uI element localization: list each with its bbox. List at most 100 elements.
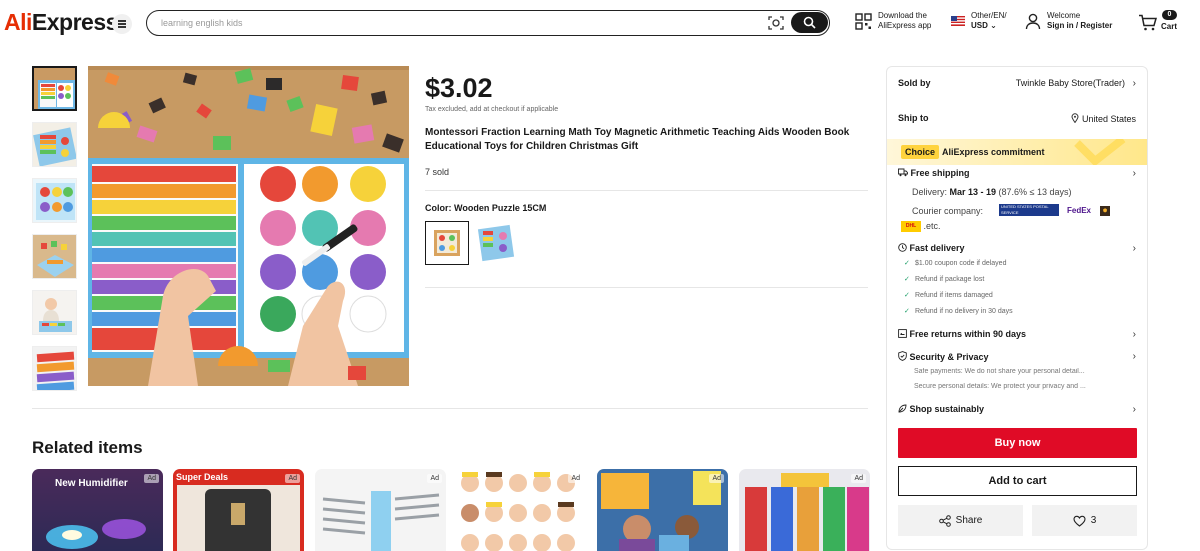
cart-label: Cart	[1161, 22, 1178, 31]
ship-to-value: United States	[1081, 114, 1136, 124]
courier-etc: .etc.	[923, 221, 941, 231]
thumbnail-6[interactable]	[32, 346, 77, 391]
qr-code-icon	[855, 13, 872, 30]
search-button[interactable]	[791, 12, 828, 33]
share-label: Share	[955, 515, 983, 526]
color-label: Color: Wooden Puzzle 15CM	[425, 203, 547, 213]
location-pin-icon	[1071, 113, 1079, 124]
download-app-link[interactable]: Download the AliExpress app	[855, 11, 931, 31]
related-item-6[interactable]: Ad	[739, 469, 870, 551]
related-item-5[interactable]: Ad	[597, 469, 728, 551]
fast-delivery-list: $1.00 coupon code if delayed Refund if p…	[899, 256, 1136, 320]
shop-sustainably-label: Shop sustainably	[909, 404, 985, 414]
list-item: Refund if items damaged	[899, 288, 1136, 304]
shield-icon	[898, 351, 907, 361]
store-name: Twinkle Baby Store(Trader)	[1015, 78, 1125, 88]
security-detail-1: Safe payments: We do not share your pers…	[914, 368, 1085, 375]
chevron-right-icon: ›	[1132, 243, 1136, 254]
related-item-caption: Super Deals	[176, 472, 229, 482]
divider	[32, 408, 868, 409]
usps-logo: UNITED STATES POSTAL SERVICE	[999, 204, 1059, 216]
image-search-icon[interactable]	[767, 15, 785, 31]
divider	[425, 190, 868, 191]
region-line1: Other/EN/	[971, 11, 1007, 20]
security-detail-2: Secure personal details: We protect your…	[914, 383, 1086, 390]
chevron-right-icon: ›	[1132, 78, 1136, 89]
download-line1: Download the	[878, 11, 927, 20]
chevron-right-icon: ›	[1132, 168, 1136, 179]
ad-badge: Ad	[285, 474, 300, 483]
cart-count-badge: 0	[1162, 10, 1177, 20]
related-item-2[interactable]: Super Deals Ad	[173, 469, 304, 551]
related-item-caption: New Humidifier	[55, 478, 128, 489]
courier-label: Courier company:	[912, 206, 984, 216]
list-item: $1.00 coupon code if delayed	[899, 256, 1136, 272]
free-returns-row[interactable]: Free returns within 90 days ›	[898, 329, 1136, 340]
color-option-wooden-puzzle[interactable]	[425, 221, 469, 265]
us-flag-icon	[951, 16, 965, 26]
thumbnail-1[interactable]	[32, 66, 77, 111]
ship-to-label: Ship to	[898, 113, 929, 123]
main-product-image[interactable]	[88, 66, 409, 386]
divider	[425, 287, 868, 288]
sold-by-row[interactable]: Sold by Twinkle Baby Store(Trader) ›	[898, 78, 1136, 89]
user-icon	[1025, 13, 1041, 30]
free-shipping-row[interactable]: Free shipping ›	[898, 168, 1136, 179]
purchase-panel: Sold by Twinkle Baby Store(Trader) › Shi…	[886, 66, 1148, 550]
check-decoration-icon	[1074, 139, 1126, 165]
share-button[interactable]: Share	[898, 505, 1023, 536]
sign-in-register: Sign in / Register	[1047, 21, 1113, 30]
download-line2: AliExpress app	[878, 21, 932, 30]
dhl-logo: DHL	[901, 221, 921, 233]
chevron-right-icon: ›	[1132, 329, 1136, 340]
thumbnail-5[interactable]	[32, 290, 77, 335]
fedex-logo: FedEx	[1067, 206, 1092, 215]
search-icon	[803, 16, 816, 29]
color-option-2[interactable]	[474, 221, 518, 265]
list-item: Refund if package lost	[899, 272, 1136, 288]
welcome-text: Welcome	[1047, 11, 1081, 20]
leaf-icon	[898, 404, 907, 413]
thumbnail-4[interactable]	[32, 234, 77, 279]
fast-delivery-row[interactable]: Fast delivery ›	[898, 243, 1136, 254]
related-item-1[interactable]: New Humidifier Ad	[32, 469, 163, 551]
search-input[interactable]	[161, 14, 751, 32]
wishlist-button[interactable]: 3	[1032, 505, 1137, 536]
aliexpress-logo[interactable]: AliExpress	[4, 9, 118, 36]
ups-logo-icon: ⬢	[1100, 206, 1110, 216]
menu-icon[interactable]	[112, 14, 132, 34]
courier-row-2: DHL .etc.	[901, 221, 1136, 233]
fast-delivery-label: Fast delivery	[909, 243, 965, 253]
truck-icon	[898, 168, 908, 177]
ad-badge: Ad	[851, 474, 866, 483]
security-row[interactable]: Security & Privacy ›	[898, 351, 1136, 362]
shop-sustainably-row[interactable]: Shop sustainably ›	[898, 404, 1136, 415]
chevron-down-icon: ⌄	[990, 21, 997, 30]
thumbnail-3[interactable]	[32, 178, 77, 223]
ship-to-row[interactable]: Ship to United States	[898, 113, 1136, 124]
thumbnail-strip	[32, 66, 78, 402]
sold-count: 7 sold	[425, 167, 450, 177]
related-item-4[interactable]: Ad	[456, 469, 587, 551]
share-icon	[938, 514, 951, 527]
clock-icon	[898, 243, 907, 252]
add-to-cart-button[interactable]: Add to cart	[898, 466, 1137, 496]
related-item-3[interactable]: Ad	[315, 469, 446, 551]
choice-commitment-text: AliExpress commitment	[942, 147, 1045, 157]
product-price: $3.02	[425, 73, 493, 103]
product-title: Montessori Fraction Learning Math Toy Ma…	[425, 127, 850, 152]
chevron-right-icon: ›	[1132, 351, 1136, 362]
currency-label: USD	[971, 21, 988, 30]
delivery-estimate: Delivery: Mar 13 - 19 (87.6% ≤ 13 days)	[912, 187, 1072, 197]
account-link[interactable]: Welcome Sign in / Register	[1025, 11, 1112, 31]
wishlist-count: 3	[1090, 515, 1097, 526]
region-currency-selector[interactable]: Other/EN/ USD ⌄	[951, 11, 1007, 31]
thumbnail-2[interactable]	[32, 122, 77, 167]
heart-icon	[1073, 515, 1086, 527]
cart-icon	[1139, 14, 1157, 31]
sold-by-label: Sold by	[898, 78, 931, 88]
free-returns-label: Free returns within 90 days	[909, 329, 1027, 339]
buy-now-button[interactable]: Buy now	[898, 428, 1137, 458]
list-item: Refund if no delivery in 30 days	[899, 304, 1136, 320]
ad-badge: Ad	[144, 474, 159, 483]
